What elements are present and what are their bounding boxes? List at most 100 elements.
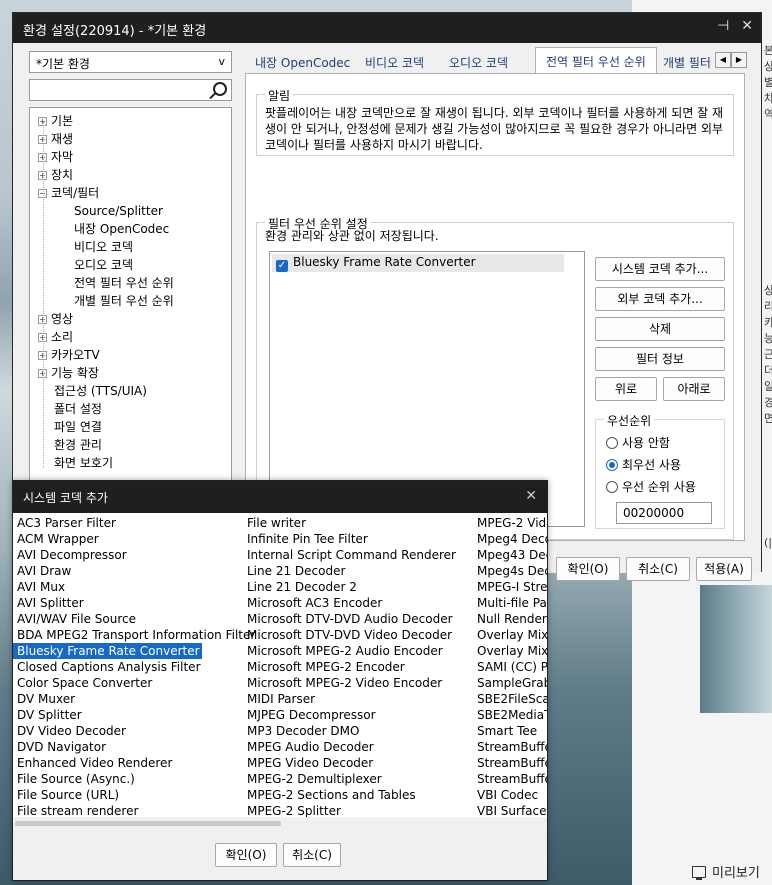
list-item[interactable]: MPEG-2 Demultiplexer <box>243 771 456 787</box>
list-item[interactable]: Multi-file Par <box>473 595 547 611</box>
list-item[interactable]: ✓ Bluesky Frame Rate Converter <box>272 254 564 272</box>
list-item[interactable]: Microsoft DTV-DVD Audio Decoder <box>243 611 456 627</box>
tab-1[interactable]: 비디오 코덱 <box>365 51 424 73</box>
list-item[interactable]: File writer <box>243 515 456 531</box>
list-item[interactable]: File Source (URL) <box>13 787 255 803</box>
tree-item[interactable]: + 카카오TV <box>38 346 100 364</box>
move-up-button[interactable]: 위로 <box>595 377 657 401</box>
list-item[interactable]: DV Splitter <box>13 707 255 723</box>
list-item[interactable]: MPEG-2 Vide <box>473 515 547 531</box>
tab-scroll-right-icon[interactable]: ▶ <box>731 52 747 68</box>
list-item[interactable]: Null Rendere <box>473 611 547 627</box>
horizontal-scrollbar[interactable] <box>13 817 547 831</box>
list-item[interactable]: SBE2FileScan <box>473 691 547 707</box>
list-item[interactable]: MPEG Video Decoder <box>243 755 456 771</box>
scrollbar-thumb[interactable] <box>15 821 281 826</box>
tree-item[interactable]: 접근성 (TTS/UIA) <box>54 382 147 400</box>
list-item[interactable]: VBI Codec <box>473 787 547 803</box>
filter-info-button[interactable]: 필터 정보 <box>595 347 725 371</box>
list-item[interactable]: Mpeg4 Deco <box>473 531 547 547</box>
priority-option[interactable]: 사용 안함 <box>606 434 670 451</box>
list-item[interactable]: Line 21 Decoder <box>243 563 456 579</box>
list-item[interactable]: DV Video Decoder <box>13 723 255 739</box>
list-item[interactable]: AC3 Parser Filter <box>13 515 255 531</box>
list-item[interactable]: MPEG-2 Sections and Tables <box>243 787 456 803</box>
tab-2[interactable]: 오디오 코덱 <box>449 51 508 73</box>
list-item[interactable]: MP3 Decoder DMO <box>243 723 456 739</box>
list-item[interactable]: Line 21 Decoder 2 <box>243 579 456 595</box>
tree-item[interactable]: 폴더 설정 <box>54 400 102 418</box>
list-item[interactable]: SampleGrabb <box>473 675 547 691</box>
list-item[interactable]: VBI Surface A <box>473 803 547 817</box>
list-item[interactable]: MPEG Audio Decoder <box>243 739 456 755</box>
settings-tree[interactable]: + 기본 + 재생 + 자막 + 장치 − 코덱/필터 Source/Splitter 내장 Open… <box>29 107 232 543</box>
list-item[interactable]: Overlay Mixe <box>473 643 547 659</box>
list-item[interactable]: Infinite Pin Tee Filter <box>243 531 456 547</box>
tab-3[interactable]: 전역 필터 우선 순위 <box>535 47 657 73</box>
list-item[interactable]: MJPEG Decompressor <box>243 707 456 723</box>
list-item[interactable]: DV Muxer <box>13 691 255 707</box>
list-item[interactable]: Closed Captions Analysis Filter <box>13 659 255 675</box>
list-item[interactable]: MPEG-2 Splitter <box>243 803 456 817</box>
add-external-codec-button[interactable]: 외부 코덱 추가... <box>595 287 725 311</box>
add-system-codec-button[interactable]: 시스템 코덱 추가... <box>595 257 725 281</box>
tree-item[interactable]: − 코덱/필터 <box>38 184 99 202</box>
list-item[interactable]: Bluesky Frame Rate Converter <box>13 643 202 659</box>
tab-4[interactable]: 개별 필터 <box>663 51 711 73</box>
list-item[interactable]: AVI Draw <box>13 563 255 579</box>
tree-item[interactable]: 오디오 코덱 <box>74 256 133 274</box>
tree-item[interactable]: Source/Splitter <box>74 202 163 220</box>
list-item[interactable]: Microsoft DTV-DVD Video Decoder <box>243 627 456 643</box>
list-item[interactable]: ACM Wrapper <box>13 531 255 547</box>
tree-item[interactable]: 비디오 코덱 <box>74 238 133 256</box>
list-item[interactable]: Internal Script Command Renderer <box>243 547 456 563</box>
tab-0[interactable]: 내장 OpenCodec <box>255 51 350 73</box>
tree-item[interactable]: 내장 OpenCodec <box>74 220 169 238</box>
list-item[interactable]: DVD Navigator <box>13 739 255 755</box>
list-item[interactable]: Mpeg4s Dec <box>473 563 547 579</box>
delete-button[interactable]: 삭제 <box>595 317 725 341</box>
close-icon[interactable]: ✕ <box>741 18 753 34</box>
list-item[interactable]: Mpeg43 Dec <box>473 547 547 563</box>
radio-button[interactable] <box>606 458 618 471</box>
list-item[interactable]: Color Space Converter <box>13 675 255 691</box>
list-item[interactable]: Overlay Mixe <box>473 627 547 643</box>
close-icon[interactable]: ✕ <box>525 488 537 504</box>
priority-option[interactable]: 최우선 사용 <box>606 456 681 473</box>
list-item[interactable]: StreamBuffer <box>473 739 547 755</box>
radio-button[interactable] <box>606 436 618 449</box>
list-item[interactable]: StreamBuffer <box>473 755 547 771</box>
move-down-button[interactable]: 아래로 <box>663 377 725 401</box>
search-icon[interactable] <box>213 82 227 96</box>
priority-value-input[interactable]: 00200000 <box>616 502 712 524</box>
priority-option[interactable]: 우선 순위 사용 <box>606 478 696 495</box>
list-item[interactable]: SAMI (CC) P <box>473 659 547 675</box>
apply-button[interactable]: 적용(A) <box>696 557 752 581</box>
radio-button[interactable] <box>606 480 618 493</box>
checkbox[interactable]: ✓ <box>276 260 288 272</box>
profile-select[interactable]: *기본 환경 v <box>29 51 232 73</box>
tree-item[interactable]: + 기능 확장 <box>38 364 99 382</box>
tree-item[interactable]: 전역 필터 우선 순위 <box>74 274 174 292</box>
list-item[interactable]: File stream renderer <box>13 803 255 817</box>
list-item[interactable]: Microsoft MPEG-2 Encoder <box>243 659 456 675</box>
list-item[interactable]: BDA MPEG2 Transport Information Filter <box>13 627 255 643</box>
tree-item[interactable]: 파일 연결 <box>54 418 102 436</box>
list-item[interactable]: Microsoft MPEG-2 Audio Encoder <box>243 643 456 659</box>
list-item[interactable]: File Source (Async.) <box>13 771 255 787</box>
list-item[interactable]: Microsoft MPEG-2 Video Encoder <box>243 675 456 691</box>
tree-item[interactable]: 환경 관리 <box>54 436 102 454</box>
list-item[interactable]: Enhanced Video Renderer <box>13 755 255 771</box>
list-item[interactable]: AVI/WAV File Source <box>13 611 255 627</box>
codec-list[interactable]: AC3 Parser Filter ACM Wrapper AVI Decompre… <box>13 513 547 817</box>
list-item[interactable]: Smart Tee <box>473 723 547 739</box>
tree-search-input[interactable] <box>29 79 232 101</box>
tree-item[interactable]: 개별 필터 우선 순위 <box>74 292 174 310</box>
pin-icon[interactable]: ⊣ <box>717 18 729 34</box>
list-item[interactable]: MPEG-I Strea <box>473 579 547 595</box>
list-item[interactable]: SBE2MediaTy <box>473 707 547 723</box>
list-item[interactable]: StreamBuffer <box>473 771 547 787</box>
list-item[interactable]: Microsoft AC3 Encoder <box>243 595 456 611</box>
tab-scroll-left-icon[interactable]: ◀ <box>715 52 731 68</box>
list-item[interactable]: MIDI Parser <box>243 691 456 707</box>
